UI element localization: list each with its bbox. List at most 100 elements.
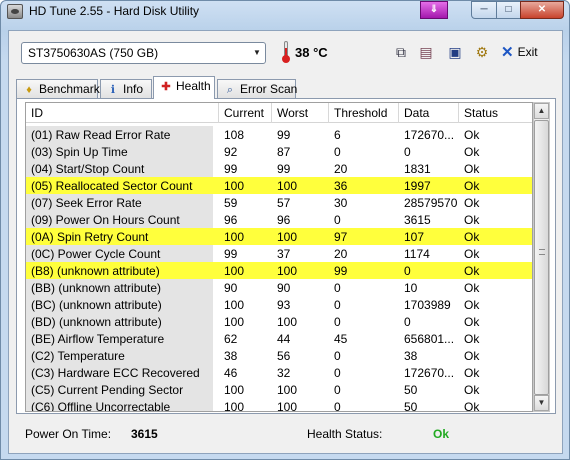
cell-current: 100 (224, 179, 245, 193)
cell-threshold: 0 (334, 366, 341, 380)
tab-info[interactable]: ℹ Info (100, 79, 152, 98)
table-row[interactable]: (BC) (unknown attribute) 100 93 0 1703989 Ok (26, 296, 532, 313)
table-row[interactable]: (B8) (unknown attribute) 100 100 99 0 Ok (26, 262, 532, 279)
column-header-current[interactable]: Current (219, 103, 272, 123)
cell-current: 90 (224, 281, 238, 295)
table-row[interactable]: (C3) Hardware ECC Recovered 46 32 0 172670..… (26, 364, 532, 381)
cell-status: Ok (464, 264, 480, 278)
copy-icon[interactable]: ⧉ (390, 42, 412, 62)
cell-id: (BB) (unknown attribute) (31, 281, 162, 295)
cell-id: (BE) Airflow Temperature (31, 332, 165, 346)
drive-select-value: ST3750630AS (750 GB) (28, 46, 159, 60)
close-button[interactable]: ✕ (520, 1, 564, 19)
cell-current: 100 (224, 264, 245, 278)
cell-id: (BC) (unknown attribute) (31, 298, 162, 312)
cell-worst: 100 (277, 315, 298, 329)
column-header-status[interactable]: Status (459, 103, 532, 123)
cell-id: (09) Power On Hours Count (31, 213, 180, 227)
title-bar[interactable]: HD Tune 2.55 - Hard Disk Utility ⇓ ─ □ ✕ (1, 1, 569, 23)
health-panel: ID Current Worst Threshold Data Status (… (16, 98, 556, 414)
cell-id: (C2) Temperature (31, 349, 125, 363)
cell-status: Ok (464, 349, 480, 363)
table-row[interactable]: (C6) Offline Uncorrectable 100 100 0 50 Ok (26, 398, 532, 412)
error-scan-icon: ⌕ (226, 84, 234, 96)
cell-data: 50 (404, 400, 418, 412)
table-row[interactable]: (09) Power On Hours Count 96 96 0 3615 Ok (26, 211, 532, 228)
cell-data: 28579570 (404, 196, 458, 210)
maximize-button[interactable]: □ (496, 1, 521, 19)
table-row[interactable]: (C2) Temperature 38 56 0 38 Ok (26, 347, 532, 364)
settings-icon[interactable]: ⚙ (471, 42, 493, 62)
tab-label: Benchmark (39, 82, 100, 96)
table-row[interactable]: (C5) Current Pending Sector 100 100 0 50 Ok (26, 381, 532, 398)
client-area: ST3750630AS (750 GB) ▼ 38 °C ⧉ ▤ ▣ ⚙ ✕ E… (8, 30, 563, 454)
table-row[interactable]: (03) Spin Up Time 92 87 0 0 Ok (26, 143, 532, 160)
smart-table[interactable]: ID Current Worst Threshold Data Status (… (25, 102, 533, 412)
cell-status: Ok (464, 298, 480, 312)
table-row[interactable]: (0C) Power Cycle Count 99 37 20 1174 Ok (26, 245, 532, 262)
vertical-scrollbar[interactable]: ▲ ▼ (533, 102, 550, 412)
cell-current: 99 (224, 162, 238, 176)
cell-id: (C3) Hardware ECC Recovered (31, 366, 200, 380)
minimize-button[interactable]: ─ (471, 1, 497, 19)
tab-label: Info (123, 82, 144, 96)
scroll-up-icon[interactable]: ▲ (534, 103, 549, 119)
temperature-value: 38 °C (295, 45, 328, 60)
exit-button[interactable]: ✕ Exit (501, 42, 538, 62)
power-on-value: 3615 (131, 427, 158, 441)
cell-status: Ok (464, 383, 480, 397)
cell-threshold: 20 (334, 162, 348, 176)
table-row[interactable]: (05) Reallocated Sector Count 100 100 36 199… (26, 177, 532, 194)
table-row[interactable]: (01) Raw Read Error Rate 108 99 6 172670... O… (26, 126, 532, 143)
cell-worst: 100 (277, 383, 298, 397)
cell-threshold: 0 (334, 281, 341, 295)
cell-threshold: 0 (334, 383, 341, 397)
column-header-worst[interactable]: Worst (272, 103, 329, 123)
table-row[interactable]: (BB) (unknown attribute) 90 90 0 10 Ok (26, 279, 532, 296)
cell-threshold: 0 (334, 315, 341, 329)
cell-current: 96 (224, 213, 238, 227)
tab-benchmark[interactable]: ♦ Benchmark (16, 79, 100, 98)
table-row[interactable]: (07) Seek Error Rate 59 57 30 28579570 Ok (26, 194, 532, 211)
hard-disk-icon (7, 4, 23, 19)
cell-id: (BD) (unknown attribute) (31, 315, 162, 329)
cell-data: 0 (404, 315, 411, 329)
tab-error-scan[interactable]: ⌕ Error Scan (217, 79, 297, 98)
drive-select[interactable]: ST3750630AS (750 GB) ▼ (21, 42, 266, 64)
cell-data: 0 (404, 264, 411, 278)
paste-icon[interactable]: ▤ (415, 42, 437, 62)
column-header-data[interactable]: Data (399, 103, 459, 123)
tab-health[interactable]: ✚ Health (153, 76, 215, 99)
cell-threshold: 0 (334, 298, 341, 312)
app-window: HD Tune 2.55 - Hard Disk Utility ⇓ ─ □ ✕… (0, 0, 570, 460)
cell-data: 1997 (404, 179, 431, 193)
cell-worst: 96 (277, 213, 291, 227)
cell-status: Ok (464, 281, 480, 295)
health-icon: ✚ (161, 81, 171, 93)
cell-id: (C6) Offline Uncorrectable (31, 400, 171, 412)
table-row[interactable]: (BD) (unknown attribute) 100 100 0 0 Ok (26, 313, 532, 330)
cell-id: (05) Reallocated Sector Count (31, 179, 193, 193)
cell-worst: 100 (277, 264, 298, 278)
cell-current: 46 (224, 366, 238, 380)
save-icon[interactable]: ▣ (444, 42, 466, 62)
cell-threshold: 0 (334, 349, 341, 363)
scrollbar-thumb[interactable] (534, 120, 549, 395)
table-row[interactable]: (BE) Airflow Temperature 62 44 45 656801... O… (26, 330, 532, 347)
cell-worst: 100 (277, 400, 298, 412)
column-header-id[interactable]: ID (26, 103, 219, 123)
cell-id: (01) Raw Read Error Rate (31, 128, 171, 142)
download-icon[interactable]: ⇓ (420, 1, 448, 19)
table-row[interactable]: (04) Start/Stop Count 99 99 20 1831 Ok (26, 160, 532, 177)
cell-worst: 93 (277, 298, 291, 312)
cell-data: 172670... (404, 128, 455, 142)
scroll-down-icon[interactable]: ▼ (534, 395, 549, 411)
chevron-down-icon[interactable]: ▼ (249, 43, 265, 63)
column-header-threshold[interactable]: Threshold (329, 103, 399, 123)
cell-threshold: 36 (334, 179, 348, 193)
table-row[interactable]: (0A) Spin Retry Count 100 100 97 107 Ok (26, 228, 532, 245)
cell-status: Ok (464, 179, 480, 193)
cell-data: 3615 (404, 213, 431, 227)
window-title: HD Tune 2.55 - Hard Disk Utility (29, 4, 200, 18)
exit-icon: ✕ (501, 44, 514, 61)
